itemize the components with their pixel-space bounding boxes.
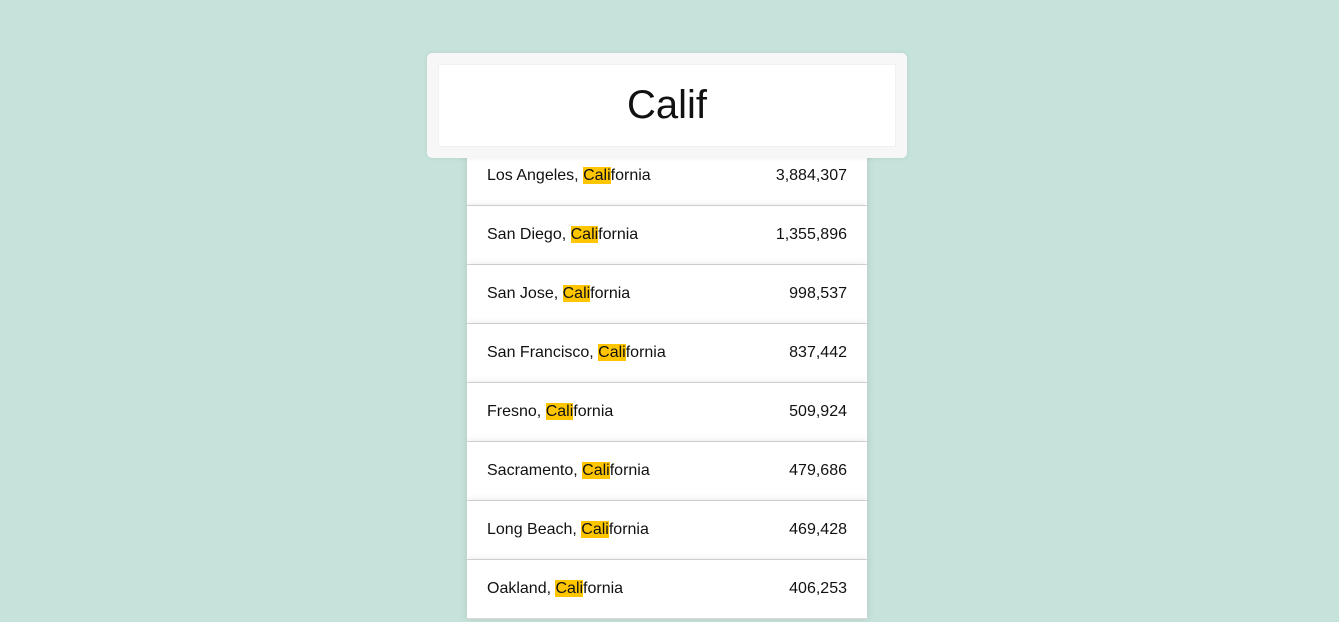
search-form — [427, 53, 907, 158]
list-item[interactable]: San Diego, California 1,355,896 — [467, 206, 867, 265]
city-name: Los Angeles, California — [487, 166, 651, 184]
match-highlight: Cali — [562, 285, 591, 302]
city-name: San Francisco, California — [487, 344, 666, 361]
list-item[interactable]: Long Beach, California 469,428 — [467, 501, 867, 560]
city-name: Sacramento, California — [487, 462, 650, 479]
population: 469,428 — [789, 521, 847, 538]
list-item[interactable]: Sacramento, California 479,686 — [467, 442, 867, 501]
population: 1,355,896 — [775, 226, 847, 243]
city-name: San Diego, California — [487, 226, 639, 243]
population: 509,924 — [789, 403, 847, 420]
population: 837,442 — [789, 344, 847, 361]
population: 479,686 — [789, 462, 847, 479]
list-item[interactable]: Oakland, California 406,253 — [467, 560, 867, 619]
city-name: Fresno, California — [487, 403, 614, 420]
match-highlight: Cali — [545, 403, 574, 420]
match-highlight: Cali — [583, 166, 611, 184]
match-highlight: Cali — [555, 580, 584, 597]
population: 406,253 — [789, 580, 847, 597]
match-highlight: Cali — [598, 344, 626, 361]
population: 998,537 — [789, 285, 847, 302]
city-name: San Jose, California — [487, 285, 631, 302]
city-name: Oakland, California — [487, 580, 624, 597]
match-highlight: Cali — [570, 226, 599, 243]
list-item[interactable]: San Jose, California 998,537 — [467, 265, 867, 324]
match-highlight: Cali — [582, 462, 610, 479]
population: 3,884,307 — [775, 166, 847, 184]
city-name: Long Beach, California — [487, 521, 649, 538]
list-item[interactable]: Fresno, California 509,924 — [467, 383, 867, 442]
match-highlight: Cali — [581, 521, 609, 538]
suggestions-list: Los Angeles, California 3,884,307 San Di… — [467, 148, 867, 619]
search-input[interactable] — [438, 64, 896, 147]
list-item[interactable]: San Francisco, California 837,442 — [467, 324, 867, 383]
